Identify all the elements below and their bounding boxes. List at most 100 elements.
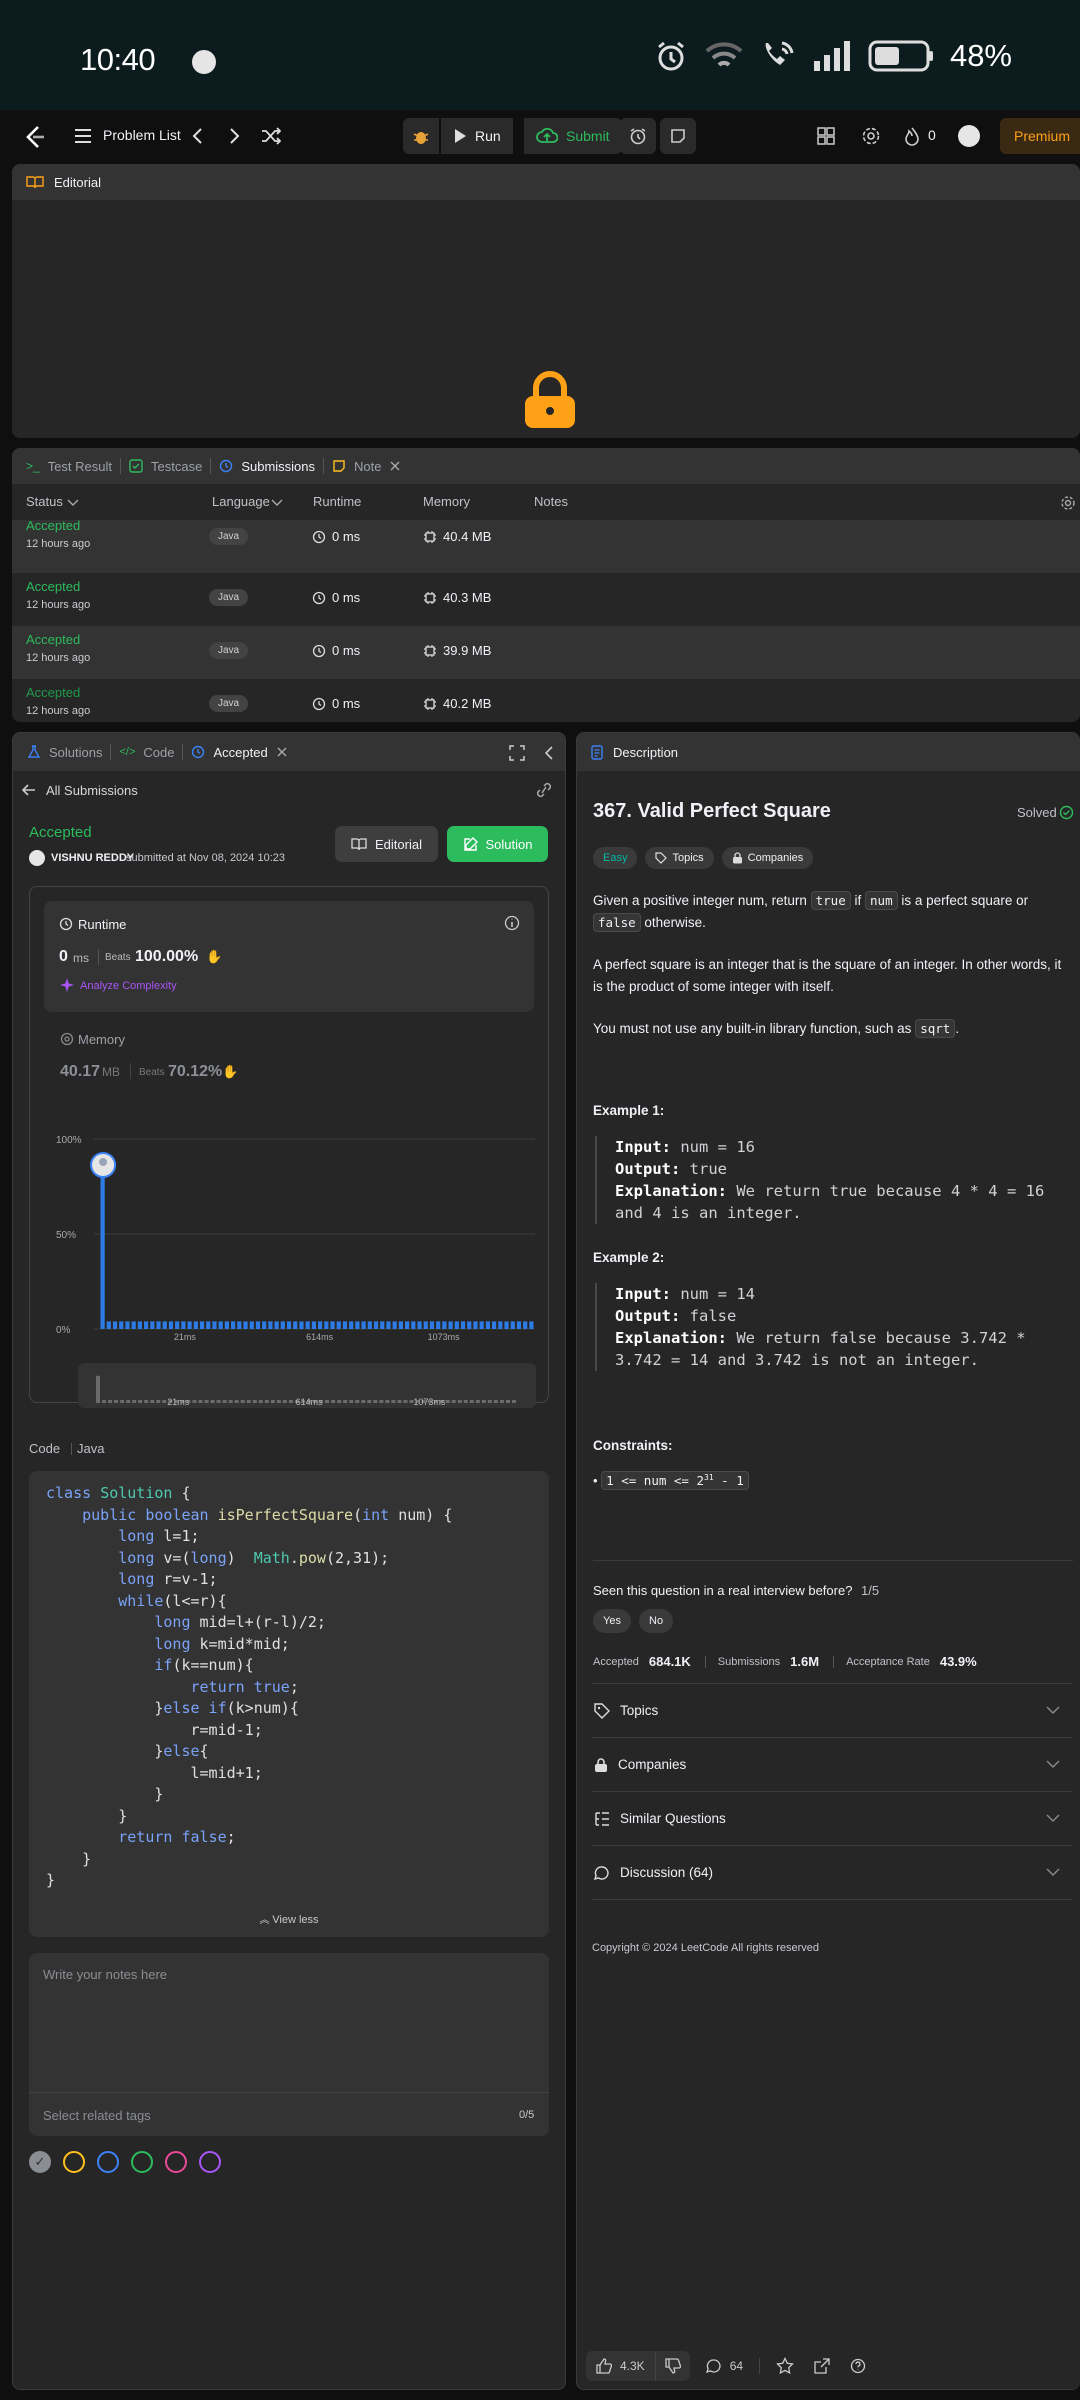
runtime-bar [417,1321,422,1329]
settings-icon[interactable] [861,126,881,146]
all-submissions-link[interactable]: All Submissions [46,783,138,798]
runtime-bar [156,1321,161,1329]
discussion-accordion[interactable]: Discussion (64) [592,1845,1072,1899]
star-icon[interactable] [776,2357,794,2375]
tab-accepted[interactable]: Accepted [213,745,267,760]
tags-selector[interactable]: Select related tags [43,2108,151,2123]
status-time: 10:40 [80,42,156,77]
row-status[interactable]: Accepted [26,579,80,594]
topics-chip[interactable]: Topics [645,847,714,869]
table-row[interactable]: Accepted 12 hours ago Java 0 ms 40.2 MB [12,679,1080,722]
runtime-bar [498,1321,503,1329]
chevron-down-icon [1046,1814,1060,1823]
tab-test-result[interactable]: Test Result [48,459,112,474]
battery-icon [868,40,933,72]
submit-button[interactable]: Submit [524,118,622,154]
dislike-button[interactable] [655,2351,690,2381]
color-pink[interactable] [165,2151,187,2173]
chart-range-slider[interactable]: 21ms 614ms 1073ms [78,1363,536,1408]
shuffle-icon[interactable] [261,127,281,145]
layout-icon[interactable] [817,127,835,145]
run-button[interactable]: Run [441,118,513,154]
back-arrow-icon[interactable] [21,782,37,798]
editorial-button[interactable]: Editorial [335,826,438,862]
help-icon[interactable] [850,2358,866,2374]
row-status[interactable]: Accepted [26,632,80,647]
tab-description[interactable]: Description [613,745,678,760]
runtime-bar [237,1321,242,1329]
color-gray-selected[interactable]: ✓ [29,2151,51,2173]
debug-button[interactable] [403,118,439,154]
table-settings-icon[interactable] [1060,495,1076,511]
problem-paragraph-2: A perfect square is an integer that is t… [593,957,1062,994]
inline-code: sqrt [915,1019,956,1038]
user-avatar[interactable] [29,850,45,866]
note-button[interactable] [660,118,696,154]
close-accepted-tab-icon[interactable] [276,746,288,758]
companies-accordion[interactable]: Companies [592,1737,1072,1791]
row-status[interactable]: Accepted [26,518,80,533]
tab-testcase[interactable]: Testcase [151,459,202,474]
no-button[interactable]: No [639,1609,674,1633]
code-line: } [46,1807,452,1829]
streak-flame-icon[interactable] [904,126,920,146]
table-row[interactable]: Accepted 12 hours ago Java 0 ms 39.9 MB [12,626,1080,679]
maximize-icon[interactable] [509,745,525,761]
submissions-label: Submissions [717,1655,781,1668]
problem-title[interactable]: 367. Valid Perfect Square [593,800,831,823]
color-purple[interactable] [199,2151,221,2173]
color-yellow[interactable] [63,2151,85,2173]
code-token: l=1; [154,1527,200,1545]
yes-button[interactable]: Yes [593,1609,631,1633]
topics-accordion[interactable]: Topics [592,1683,1072,1737]
color-green[interactable] [131,2151,153,2173]
share-link-icon[interactable] [535,782,553,798]
table-row[interactable]: Accepted 12 hours ago Java 0 ms 40.4 MB [12,518,1080,573]
runtime-card[interactable]: Runtime 0 ms Beats 100.00% ✋ Analyze Com… [44,901,534,1012]
code-viewer[interactable]: class Solution { public boolean isPerfec… [29,1471,549,1937]
analyze-complexity-link[interactable]: Analyze Complexity [80,980,177,992]
companies-chip[interactable]: Companies [721,847,814,869]
memory-label[interactable]: Memory [78,1032,125,1047]
solution-button[interactable]: Solution [447,826,548,862]
color-blue[interactable] [97,2151,119,2173]
comments-count[interactable]: 64 [730,2359,743,2373]
constraint-item: • 1 <= num <= 231 - 1 [593,1471,749,1491]
premium-button[interactable]: Premium [1000,118,1080,154]
runtime-bar [367,1321,372,1329]
tab-editorial[interactable]: Editorial [54,175,101,190]
tab-note[interactable]: Note [354,459,381,474]
row-status[interactable]: Accepted [26,685,80,700]
similar-questions-accordion[interactable]: Similar Questions [592,1791,1072,1845]
runtime-distribution-chart[interactable]: 100% 50% 0% 21ms 614ms 1073ms [30,1127,550,1342]
col-status[interactable]: Status [26,494,63,509]
collapse-icon[interactable] [543,745,555,761]
leetcode-logo-icon[interactable] [22,124,48,150]
view-less-button[interactable]: ︽ View less [29,1911,549,1926]
timer-button[interactable] [620,118,656,154]
comment-icon[interactable] [705,2358,722,2374]
statement-text: otherwise. [644,915,706,930]
col-language[interactable]: Language [212,494,270,509]
info-icon[interactable] [504,915,520,931]
like-button[interactable]: 4.3K [586,2351,655,2381]
close-note-tab-icon[interactable] [389,460,401,472]
notes-box[interactable]: Write your notes here Select related tag… [29,1953,549,2136]
table-row[interactable]: Accepted 12 hours ago Java 0 ms 40.3 MB [12,573,1080,626]
prev-problem-icon[interactable] [190,126,206,146]
tab-solutions[interactable]: Solutions [49,745,102,760]
next-problem-icon[interactable] [226,126,242,146]
runtime-bar [436,1321,441,1329]
tab-code[interactable]: Code [143,745,174,760]
avatar[interactable] [958,125,980,147]
notes-input[interactable]: Write your notes here [43,1967,167,1982]
code-line: } [46,1871,452,1893]
tab-submissions[interactable]: Submissions [241,459,315,474]
user-name[interactable]: VISHNU REDDY [51,852,134,864]
minimap-bar [162,1400,167,1403]
problem-list-link[interactable]: Problem List [103,127,181,143]
share-icon[interactable] [814,2358,830,2374]
status-icons: 48% [654,38,1012,74]
